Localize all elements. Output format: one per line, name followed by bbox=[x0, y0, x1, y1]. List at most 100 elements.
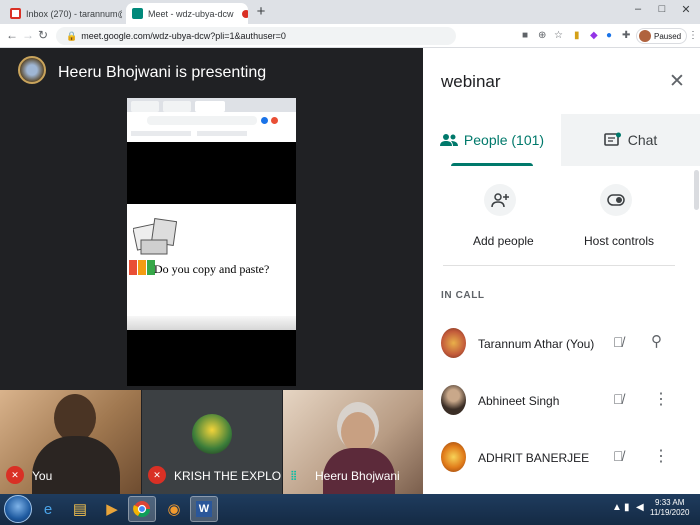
shared-browser-strip bbox=[127, 98, 296, 142]
gmail-icon bbox=[10, 8, 21, 19]
host-controls-label: Host controls bbox=[584, 234, 655, 248]
participant-row[interactable]: Tarannum Athar (You) 🎙̸ ⚲ bbox=[423, 316, 693, 372]
extension-icon[interactable]: ▮ bbox=[574, 30, 580, 41]
avatar bbox=[192, 414, 232, 454]
minimize-button[interactable]: – bbox=[628, 3, 648, 15]
pin-icon[interactable]: ⚲ bbox=[651, 332, 662, 350]
extension-icon[interactable]: ◆ bbox=[590, 30, 598, 41]
extensions-puzzle-icon[interactable]: ✚ bbox=[622, 30, 630, 41]
toggle-icon bbox=[600, 184, 632, 216]
tab-inbox[interactable]: Inbox (270) - tarannum@theindi bbox=[4, 3, 122, 24]
red-bar bbox=[129, 260, 137, 275]
slide-color-bars bbox=[129, 260, 156, 275]
meet-icon bbox=[132, 8, 143, 19]
shared-screen: Do you copy and paste? bbox=[127, 98, 296, 386]
file-explorer-icon[interactable]: ▤ bbox=[66, 496, 94, 522]
avatar bbox=[639, 30, 651, 42]
mic-off-icon[interactable]: 🎙̸ bbox=[613, 391, 624, 407]
tab-label: Meet - wdz-ubya-dcw bbox=[148, 8, 234, 19]
profile-status: Paused bbox=[654, 31, 682, 41]
meeting-title: webinar bbox=[441, 72, 501, 91]
start-button[interactable] bbox=[4, 495, 32, 523]
tab-people-label: People (101) bbox=[463, 132, 545, 148]
slide-footer bbox=[127, 316, 296, 330]
participant-name: Tarannum Athar (You) bbox=[478, 337, 595, 351]
camera-icon[interactable]: ■ bbox=[522, 30, 528, 41]
network-icon[interactable]: ▮ bbox=[624, 502, 630, 513]
add-person-icon bbox=[484, 184, 516, 216]
mic-off-icon[interactable]: 🎙̸ bbox=[613, 334, 624, 350]
participant-name: You bbox=[32, 469, 53, 483]
profile-button[interactable]: Paused bbox=[636, 28, 688, 44]
url-text: meet.google.com/wdz-ubya-dcw?pli=1&authu… bbox=[81, 31, 286, 41]
address-toolbar: ← → ↻ 🔒 meet.google.com/wdz-ubya-dcw?pli=… bbox=[0, 24, 700, 48]
close-window-button[interactable]: ✕ bbox=[676, 3, 696, 16]
host-controls-button[interactable] bbox=[600, 184, 632, 216]
speaking-indicator-icon: ⦙⦙ bbox=[291, 469, 297, 483]
participant-tile-you[interactable]: ✕ You bbox=[0, 390, 141, 494]
add-people-label: Add people bbox=[473, 234, 534, 248]
paint-icon[interactable]: ◉ bbox=[160, 496, 188, 522]
participant-name: KRISH THE EXPLOR... bbox=[174, 469, 282, 483]
people-icon bbox=[439, 134, 458, 146]
clock[interactable]: 9:33 AM 11/19/2020 bbox=[650, 498, 689, 518]
slide-question: Do you copy and paste? bbox=[154, 262, 270, 276]
taskbar: e ▤ ▶ ◉ W ▲ ▮ ◀ 9:33 AM 11/19/2020 bbox=[0, 494, 700, 525]
divider bbox=[443, 265, 675, 266]
clock-date: 11/19/2020 bbox=[650, 508, 690, 517]
tab-chat[interactable]: Chat bbox=[561, 114, 700, 166]
mic-off-icon: ✕ bbox=[148, 466, 166, 484]
url-field[interactable]: 🔒 meet.google.com/wdz-ubya-dcw?pli=1&auth… bbox=[56, 27, 456, 45]
avatar bbox=[441, 442, 466, 472]
add-people-button[interactable] bbox=[484, 184, 516, 216]
recording-indicator-icon bbox=[241, 9, 248, 18]
participant-name: ADHRIT BANERJEE bbox=[478, 451, 590, 465]
active-tab-indicator bbox=[451, 163, 533, 166]
more-options-icon[interactable]: ⋮ bbox=[653, 389, 669, 409]
forward-icon[interactable]: → bbox=[22, 28, 34, 42]
tab-meet[interactable]: Meet - wdz-ubya-dcw ✕ bbox=[126, 3, 248, 24]
back-icon[interactable]: ← bbox=[6, 28, 18, 42]
zoom-icon[interactable]: ⊕ bbox=[538, 30, 546, 41]
mic-off-icon[interactable]: 🎙̸ bbox=[613, 448, 624, 464]
bookmark-star-icon[interactable]: ☆ bbox=[554, 30, 563, 41]
tab-chat-label: Chat bbox=[627, 132, 658, 148]
presenter-banner: Heeru Bhojwani is presenting bbox=[58, 64, 267, 81]
mic-off-icon: ✕ bbox=[6, 466, 24, 484]
chrome-icon[interactable] bbox=[128, 496, 156, 522]
presenter-avatar bbox=[18, 56, 46, 84]
in-call-heading: IN CALL bbox=[441, 290, 485, 301]
internet-explorer-icon[interactable]: e bbox=[34, 496, 62, 522]
reload-icon[interactable]: ↻ bbox=[38, 28, 48, 42]
participant-tile-krish[interactable]: ✕ KRISH THE EXPLOR... bbox=[142, 390, 282, 494]
word-icon[interactable]: W bbox=[190, 496, 218, 522]
show-hidden-icons-icon[interactable]: ▲ bbox=[612, 502, 622, 513]
avatar bbox=[441, 385, 466, 415]
people-panel: webinar ✕ People (101) Chat Add people H… bbox=[423, 48, 700, 494]
copy-paste-tiles-icon bbox=[133, 218, 177, 255]
clock-time: 9:33 AM bbox=[655, 498, 685, 507]
new-tab-button[interactable]: + bbox=[252, 4, 270, 22]
panel-tabs: People (101) Chat bbox=[423, 114, 700, 166]
maximize-button[interactable]: □ bbox=[652, 3, 672, 15]
close-panel-icon[interactable]: ✕ bbox=[669, 70, 685, 93]
slide: Do you copy and paste? bbox=[127, 204, 296, 330]
avatar bbox=[441, 328, 466, 358]
scrollbar[interactable] bbox=[694, 170, 699, 210]
volume-icon[interactable]: ◀ bbox=[636, 502, 644, 513]
participant-name: Heeru Bhojwani bbox=[315, 469, 400, 483]
participant-strip: ✕ You ✕ KRISH THE EXPLOR... ⦙⦙ Heeru Bho… bbox=[0, 390, 423, 494]
participant-row[interactable]: Abhineet Singh 🎙̸ ⋮ bbox=[423, 373, 693, 429]
extension-icon[interactable]: ● bbox=[606, 30, 612, 41]
participant-row[interactable]: ADHRIT BANERJEE 🎙̸ ⋮ bbox=[423, 430, 693, 486]
media-player-icon[interactable]: ▶ bbox=[98, 496, 126, 522]
more-options-icon[interactable]: ⋮ bbox=[653, 446, 669, 466]
orange-bar bbox=[138, 260, 146, 275]
menu-icon[interactable]: ⋮ bbox=[688, 30, 698, 41]
chat-icon bbox=[603, 132, 621, 146]
lock-icon: 🔒 bbox=[66, 31, 78, 41]
tab-label: Inbox (270) - tarannum@theindi bbox=[26, 8, 122, 19]
tab-people[interactable]: People (101) bbox=[423, 114, 561, 166]
participant-name: Abhineet Singh bbox=[478, 394, 560, 408]
participant-tile-heeru[interactable]: ⦙⦙ Heeru Bhojwani bbox=[283, 390, 423, 494]
